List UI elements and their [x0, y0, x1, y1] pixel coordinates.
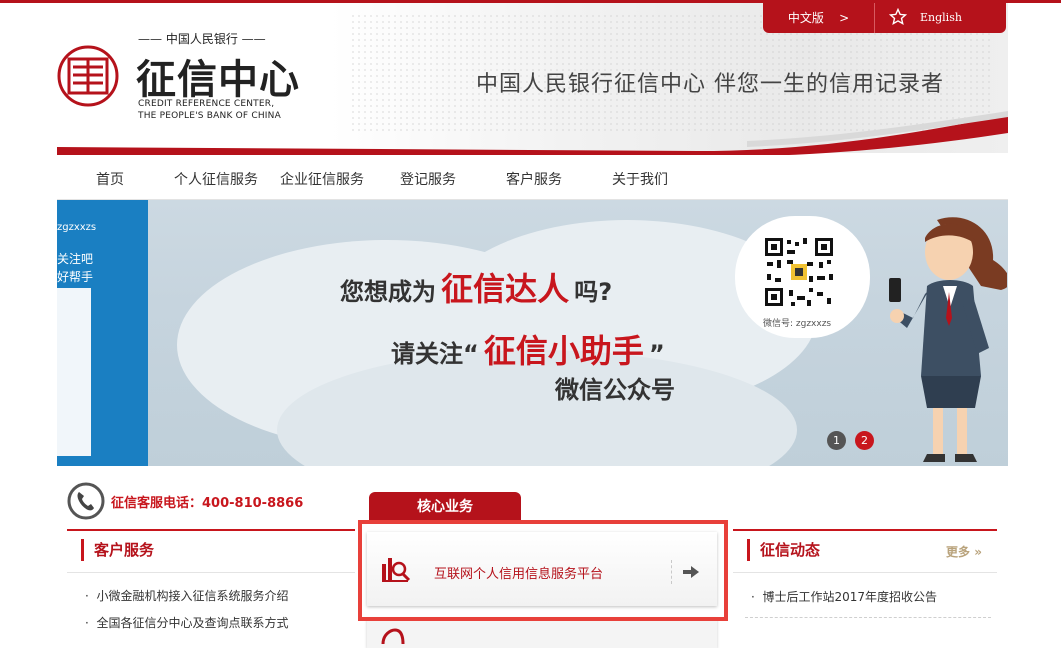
customer-service-title: 客户服务 — [81, 539, 154, 561]
panel-divider — [733, 572, 997, 573]
list-item[interactable]: · 全国各征信分中心及查询点联系方式 — [85, 614, 288, 631]
banner-text: 吗? — [574, 278, 613, 306]
banner-highlight: 征信小助手 — [483, 332, 644, 370]
banner-headline-1: 您想成为 征信达人 吗? — [340, 264, 612, 310]
service-icon — [381, 628, 405, 644]
news-item[interactable]: · 博士后工作站2017年度招收公告 — [751, 588, 937, 605]
news-divider — [745, 617, 991, 619]
nav-item-personal-credit[interactable]: 个人征信服务 — [174, 155, 258, 199]
lang-chinese-link[interactable]: 中文版 > — [763, 3, 874, 33]
hero-banner[interactable]: zgzxxzs 关注吧 好帮手 您想成为 征信达人 吗? 请关注“ 征信小助手 … — [57, 200, 1008, 466]
slide-indicator-2[interactable]: 2 — [855, 431, 874, 450]
nav-item-customer-service[interactable]: 客户服务 — [506, 155, 562, 199]
banner-text: ” — [648, 340, 665, 368]
preview-card — [57, 288, 91, 456]
logo-subtitle: —— 中国人民银行 —— — [138, 32, 266, 46]
preview-text-1: 关注吧 — [57, 252, 94, 266]
assistant-character-illustration — [889, 217, 1007, 462]
panel-divider — [67, 572, 355, 573]
banner-highlight: 征信达人 — [441, 270, 570, 308]
banner-text: 请关注“ — [391, 340, 479, 368]
hotline-number: 征信客服电话：400-810-8866 — [111, 496, 304, 511]
lang-chinese-label: 中文版 — [787, 11, 824, 25]
language-switcher: 中文版 > English — [763, 3, 1006, 33]
logo-english-line1: CREDIT REFERENCE CENTER, — [138, 99, 275, 109]
double-chevron-right-icon: » — [974, 545, 982, 559]
lang-english-link[interactable]: English — [875, 3, 1006, 33]
wechat-id-label: 微信号: zgzxxzs — [763, 319, 832, 329]
main-nav: 首页 个人征信服务 企业征信服务 登记服务 客户服务 关于我们 — [57, 155, 1008, 200]
focus-highlight-box — [358, 520, 728, 621]
banner-headline-2: 请关注“ 征信小助手 ” — [391, 326, 665, 372]
nav-item-home[interactable]: 首页 — [96, 155, 124, 199]
nav-item-registration[interactable]: 登记服务 — [400, 155, 456, 199]
credit-center-logo-icon[interactable] — [57, 45, 119, 107]
banner-text: 您想成为 — [340, 278, 436, 306]
list-item-label: 小微金融机构接入征信系统服务介绍 — [96, 589, 289, 603]
core-business-tab[interactable]: 核心业务 — [369, 492, 521, 522]
previous-slide-preview: zgzxxzs 关注吧 好帮手 — [57, 200, 148, 466]
credit-news-panel: 征信动态 更多 » · 博士后工作站2017年度招收公告 — [733, 529, 997, 638]
list-item[interactable]: · 小微金融机构接入征信系统服务介绍 — [85, 587, 288, 604]
nav-item-enterprise-credit[interactable]: 企业征信服务 — [280, 155, 364, 199]
banner-headline-3: 微信公众号 — [555, 376, 675, 404]
chevron-right-icon: > — [839, 11, 850, 25]
news-item-label: 博士后工作站2017年度招收公告 — [762, 590, 937, 604]
more-label: 更多 — [946, 545, 971, 559]
qr-code-icon — [763, 236, 835, 308]
logo-title[interactable]: 征信中心 — [136, 47, 300, 105]
phone-icon — [67, 482, 105, 520]
preview-id-text: zgzxxzs — [57, 222, 97, 233]
star-icon — [889, 8, 907, 26]
nav-item-about-us[interactable]: 关于我们 — [612, 155, 668, 199]
logo-english-line2: THE PEOPLE'S BANK OF CHINA — [138, 111, 281, 121]
core-business-item-2[interactable] — [367, 618, 717, 648]
lang-english-label: English — [920, 11, 962, 24]
credit-news-title: 征信动态 — [747, 539, 820, 561]
slide-indicator-1[interactable]: 1 — [827, 431, 846, 450]
more-link[interactable]: 更多 » — [946, 543, 982, 560]
preview-text-2: 好帮手 — [57, 270, 94, 284]
list-item-label: 全国各征信分中心及查询点联系方式 — [96, 616, 289, 630]
customer-service-panel: 客户服务 · 小微金融机构接入征信系统服务介绍 · 全国各征信分中心及查询点联系… — [67, 529, 355, 638]
header-slogan: 中国人民银行征信中心 伴您一生的信用记录者 — [476, 72, 944, 97]
